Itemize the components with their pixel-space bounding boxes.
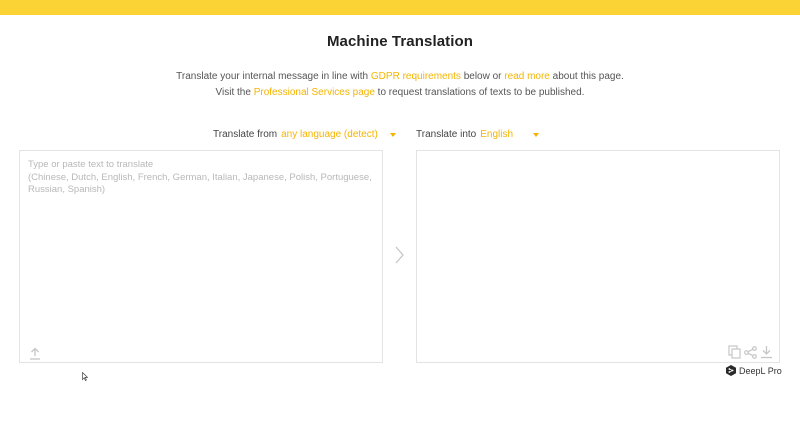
- caret-down-icon: [390, 133, 396, 137]
- gdpr-requirements-link[interactable]: GDPR requirements: [371, 71, 461, 82]
- intro-text: Translate your internal message in line …: [176, 71, 371, 82]
- intro-text: below or: [461, 71, 504, 82]
- deepl-pro-label: DeepL Pro: [739, 366, 782, 376]
- mouse-cursor-icon: [82, 368, 88, 377]
- target-panel: [416, 150, 780, 363]
- target-language-row: Translate into English: [416, 129, 539, 140]
- deepl-pro-brand: DeepL Pro: [726, 365, 782, 376]
- download-icon[interactable]: [759, 345, 773, 359]
- intro-text: to request translations of texts to be p…: [375, 87, 585, 98]
- top-accent-bar: [0, 0, 800, 15]
- source-language-label: Translate from: [213, 129, 277, 140]
- target-language-label: Translate into: [416, 129, 476, 140]
- intro-line-1: Translate your internal message in line …: [0, 71, 800, 82]
- upload-icon[interactable]: [28, 346, 42, 360]
- professional-services-link[interactable]: Professional Services page: [254, 87, 375, 98]
- read-more-link[interactable]: read more: [504, 71, 550, 82]
- source-text-input[interactable]: [20, 151, 382, 341]
- intro-text: about this page.: [550, 71, 624, 82]
- source-language-row: Translate from any language (detect): [213, 129, 396, 140]
- intro-line-2: Visit the Professional Services page to …: [0, 87, 800, 98]
- copy-icon[interactable]: [727, 345, 741, 359]
- source-panel: [19, 150, 383, 363]
- source-language-select[interactable]: any language (detect): [281, 129, 396, 140]
- target-language-select[interactable]: English: [480, 129, 539, 140]
- target-language-value: English: [480, 129, 513, 140]
- deepl-logo-icon: [726, 365, 736, 376]
- share-icon[interactable]: [743, 345, 757, 359]
- caret-down-icon: [533, 133, 539, 137]
- source-language-value: any language (detect): [281, 129, 378, 140]
- page-title: Machine Translation: [0, 33, 800, 50]
- intro-text: Visit the: [216, 87, 254, 98]
- chevron-right-icon[interactable]: [392, 245, 406, 265]
